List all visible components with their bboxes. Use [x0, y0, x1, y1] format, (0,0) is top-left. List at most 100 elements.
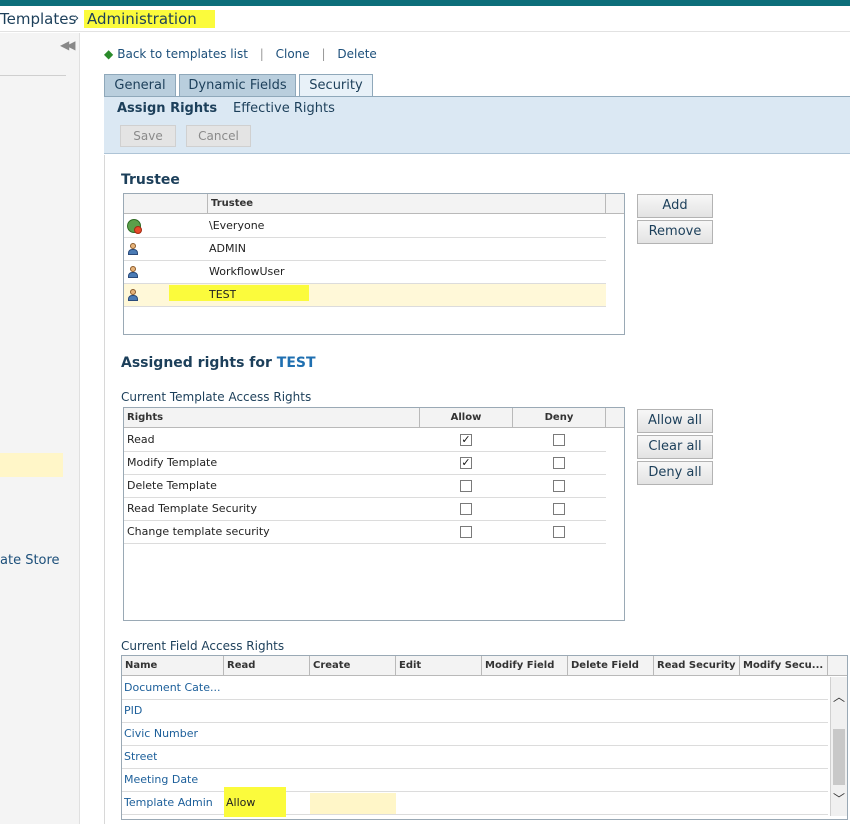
subtab-effective-rights[interactable]: Effective Rights — [233, 101, 335, 116]
back-to-templates-link[interactable]: Back to templates list — [117, 47, 248, 61]
trustee-name: WorkflowUser — [209, 265, 285, 278]
deny-checkbox[interactable] — [553, 480, 565, 492]
field-edit-column-header[interactable]: Edit — [396, 656, 482, 676]
deny-checkbox[interactable] — [553, 503, 565, 515]
field-name[interactable]: Street — [124, 746, 157, 768]
trustee-table: Trustee \Everyone ADMIN WorkflowUser TES… — [123, 193, 625, 335]
save-button[interactable]: Save — [120, 125, 176, 147]
field-rights-scrollbar[interactable]: ︿ ﹀ — [830, 677, 847, 816]
right-name: Read — [127, 433, 155, 446]
allow-checkbox[interactable] — [460, 503, 472, 515]
field-row[interactable]: PID — [122, 700, 828, 723]
left-selected-item[interactable] — [0, 453, 63, 477]
toolbar: Save Cancel — [104, 120, 850, 154]
template-rights-header: Rights Allow Deny — [124, 408, 624, 428]
right-name: Modify Template — [127, 456, 218, 469]
collapse-pane-icon[interactable]: ◀◀ — [60, 38, 76, 52]
deny-all-button[interactable]: Deny all — [637, 461, 713, 485]
action-links: ◆ Back to templates list | Clone | Delete — [104, 47, 377, 61]
rights-column-header[interactable]: Rights — [124, 408, 420, 428]
breadcrumb-current: Administration — [84, 10, 215, 28]
allow-checkbox[interactable] — [460, 526, 472, 538]
field-rights-header: Name Read Create Edit Modify Field Delet… — [122, 656, 847, 676]
trustee-row-everyone[interactable]: \Everyone — [124, 215, 606, 238]
tab-security[interactable]: Security — [299, 74, 373, 97]
deny-checkbox[interactable] — [553, 457, 565, 469]
left-template-store-link[interactable]: ate Store — [0, 553, 60, 568]
left-navigation-pane: ◀◀ ate Store — [0, 33, 80, 824]
deny-checkbox[interactable] — [553, 434, 565, 446]
field-rights-table: Name Read Create Edit Modify Field Delet… — [121, 655, 848, 820]
allow-checkbox[interactable] — [460, 480, 472, 492]
right-row-modify-template: Modify Template ✓ — [124, 452, 606, 475]
highlight-mark — [169, 285, 309, 301]
right-name: Read Template Security — [127, 502, 257, 515]
remove-trustee-button[interactable]: Remove — [637, 220, 713, 244]
allow-all-button[interactable]: Allow all — [637, 409, 713, 433]
chevron-right-icon: › — [74, 11, 80, 26]
allow-column-header[interactable]: Allow — [420, 408, 513, 428]
allow-checkbox[interactable]: ✓ — [460, 457, 472, 469]
security-panel: Trustee Trustee \Everyone ADMIN Workflow… — [104, 155, 850, 824]
field-row[interactable]: Document Cate... — [122, 677, 828, 700]
field-row[interactable]: Template Admin Allow — [122, 787, 828, 817]
field-name[interactable]: Civic Number — [124, 723, 198, 745]
chevron-down-icon[interactable]: ﹀ — [833, 790, 845, 807]
assigned-rights-trustee: TEST — [276, 355, 316, 371]
deny-checkbox[interactable] — [553, 526, 565, 538]
field-delete-column-header[interactable]: Delete Field — [568, 656, 654, 676]
allow-checkbox[interactable]: ✓ — [460, 434, 472, 446]
tab-dynamic-fields[interactable]: Dynamic Fields — [179, 74, 296, 96]
separator: | — [259, 47, 264, 61]
template-rights-heading: Current Template Access Rights — [121, 390, 312, 404]
right-row-read: Read ✓ — [124, 429, 606, 452]
field-create-column-header[interactable]: Create — [310, 656, 396, 676]
trustee-icon-column — [124, 194, 208, 214]
field-modify-security-column-header[interactable]: Modify Secu... — [740, 656, 828, 676]
field-row[interactable]: Civic Number — [122, 723, 828, 746]
security-subtabs: Assign Rights Effective Rights — [104, 96, 850, 120]
trustee-heading: Trustee — [121, 172, 180, 188]
right-name: Delete Template — [127, 479, 217, 492]
trustee-name: TEST — [209, 288, 237, 301]
trustee-row-test[interactable]: TEST — [124, 284, 606, 307]
right-row-read-template-security: Read Template Security — [124, 498, 606, 521]
subtab-assign-rights[interactable]: Assign Rights — [117, 101, 217, 116]
deny-column-header[interactable]: Deny — [513, 408, 606, 428]
trustee-row-admin[interactable]: ADMIN — [124, 238, 606, 261]
create-cell-highlight — [310, 793, 396, 814]
trustee-name: \Everyone — [209, 219, 265, 232]
delete-link[interactable]: Delete — [337, 47, 376, 61]
field-name[interactable]: Meeting Date — [124, 769, 198, 791]
field-read-value[interactable]: Allow — [226, 792, 255, 814]
field-rights-heading: Current Field Access Rights — [121, 639, 285, 653]
field-read-security-column-header[interactable]: Read Security — [654, 656, 740, 676]
clear-all-button[interactable]: Clear all — [637, 435, 713, 459]
field-name[interactable]: PID — [124, 700, 142, 722]
breadcrumb-templates-link[interactable]: Templates — [0, 10, 76, 28]
field-row[interactable]: Street — [122, 746, 828, 769]
scrollbar-thumb[interactable] — [833, 729, 845, 785]
separator: | — [321, 47, 326, 61]
breadcrumb: Templates › Administration — [0, 6, 850, 32]
clone-link[interactable]: Clone — [276, 47, 310, 61]
right-row-change-template-security: Change template security — [124, 521, 606, 544]
field-name-column-header[interactable]: Name — [122, 656, 224, 676]
tab-general[interactable]: General — [104, 74, 176, 96]
field-modify-column-header[interactable]: Modify Field — [482, 656, 568, 676]
assigned-rights-prefix: Assigned rights for — [121, 355, 272, 371]
user-icon — [127, 243, 138, 256]
chevron-up-icon[interactable]: ︿ — [833, 688, 845, 705]
back-arrow-icon: ◆ — [104, 47, 114, 61]
add-trustee-button[interactable]: Add — [637, 194, 713, 218]
field-name[interactable]: Template Admin — [124, 792, 213, 814]
field-read-column-header[interactable]: Read — [224, 656, 310, 676]
field-name[interactable]: Document Cate... — [124, 677, 220, 699]
template-rights-table: Rights Allow Deny Read ✓ Modify Template… — [123, 407, 625, 621]
trustee-column-header[interactable]: Trustee — [208, 194, 606, 214]
assigned-rights-heading: Assigned rights for TEST — [121, 355, 316, 371]
left-divider — [0, 75, 66, 76]
cancel-button[interactable]: Cancel — [186, 125, 251, 147]
trustee-row-workflowuser[interactable]: WorkflowUser — [124, 261, 606, 284]
user-icon — [127, 289, 138, 302]
